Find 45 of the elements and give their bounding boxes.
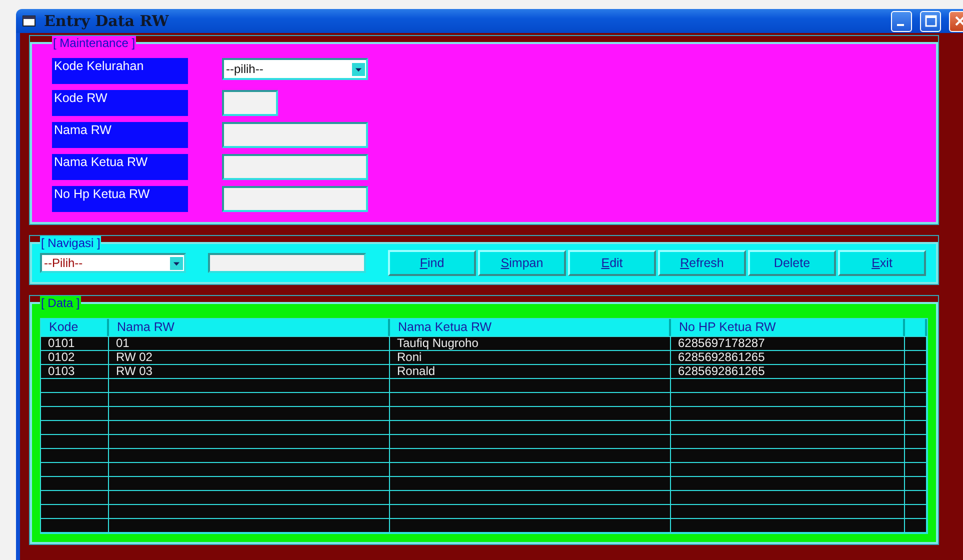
window-title: Entry Data RW — [44, 12, 170, 30]
maximize-icon — [924, 15, 936, 27]
input-field[interactable] — [222, 186, 368, 212]
action-button[interactable]: Refresh — [658, 250, 746, 276]
action-button[interactable]: Exit — [838, 250, 926, 276]
input-field[interactable] — [222, 90, 278, 116]
column-header[interactable]: Nama Ketua RW — [390, 319, 671, 336]
column-header — [905, 319, 927, 336]
table-cell: 6285692861265 — [671, 351, 905, 364]
input-field[interactable] — [222, 122, 368, 148]
table-cell: RW 02 — [109, 351, 390, 364]
action-button[interactable]: Edit — [568, 250, 656, 276]
field-label: Kode Kelurahan — [52, 58, 188, 84]
table-cell: 6285697178287 — [671, 337, 905, 350]
table-cell: Taufiq Nugroho — [390, 337, 671, 350]
panel-legend: [ Navigasi ] — [40, 236, 102, 250]
panel-legend: [ Data ] — [40, 296, 81, 310]
table-cell: 0102 — [41, 351, 109, 364]
field-label: Kode RW — [52, 90, 188, 116]
action-button[interactable]: Simpan — [478, 250, 566, 276]
panel-legend: [ Maintenance ] — [52, 36, 136, 50]
table-cell: Roni — [390, 351, 671, 364]
table-cell: 0103 — [41, 365, 109, 378]
table-cell: Ronald — [390, 365, 671, 378]
table-cell: 0101 — [41, 337, 109, 350]
field-label: No Hp Ketua RW — [52, 186, 188, 212]
search-field[interactable] — [208, 253, 366, 273]
field-label: Nama Ketua RW — [52, 154, 188, 180]
table-cell: 6285692861265 — [671, 365, 905, 378]
column-header[interactable]: Nama RW — [109, 319, 390, 336]
input-field[interactable] — [222, 154, 368, 180]
close-icon — [954, 15, 963, 27]
column-header[interactable]: Kode — [41, 319, 109, 336]
table-cell: 01 — [109, 337, 390, 350]
dropdown-field[interactable]: --Pilih-- — [40, 253, 186, 273]
action-button[interactable]: Find — [388, 250, 476, 276]
dropdown-field[interactable]: --pilih-- — [222, 58, 368, 80]
column-header[interactable]: No HP Ketua RW — [671, 319, 905, 336]
action-button[interactable]: Delete — [748, 250, 836, 276]
table-cell: RW 03 — [109, 365, 390, 378]
field-label: Nama RW — [52, 122, 188, 148]
maximize-button[interactable] — [920, 10, 941, 32]
minimize-button[interactable] — [891, 10, 912, 32]
minimize-icon — [896, 24, 904, 26]
window-icon — [22, 15, 36, 27]
